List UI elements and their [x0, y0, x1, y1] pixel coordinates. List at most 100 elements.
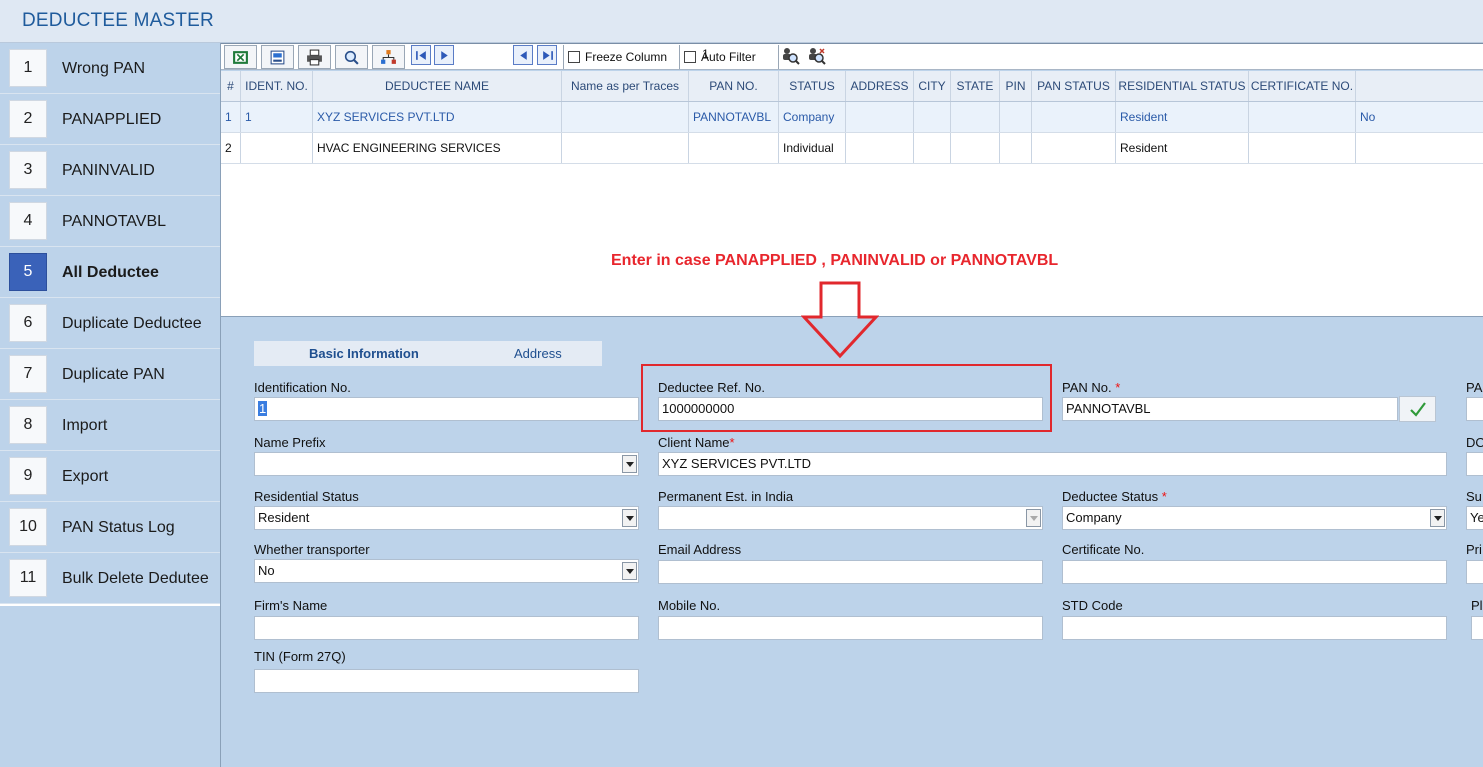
- first-page-icon[interactable]: [411, 45, 431, 65]
- excel-icon[interactable]: [224, 45, 257, 69]
- certificate-no-field[interactable]: [1062, 560, 1447, 584]
- std-code-field[interactable]: [1062, 616, 1447, 640]
- table-cell: 1: [221, 102, 241, 132]
- table-row[interactable]: 2 HVAC ENGINEERING SERVICES Individual R…: [221, 133, 1483, 164]
- column-header[interactable]: Name as per Traces: [562, 71, 689, 101]
- export-icon[interactable]: [261, 45, 294, 69]
- identification-no-field[interactable]: 1: [254, 397, 639, 421]
- search-user-icon[interactable]: [781, 46, 801, 66]
- check-icon[interactable]: [1399, 396, 1436, 422]
- email-label: Email Address: [658, 542, 742, 557]
- sidebar-item-pan-status-log[interactable]: 10 PAN Status Log: [0, 502, 220, 553]
- freeze-column-checkbox[interactable]: [568, 51, 580, 63]
- chevron-down-icon[interactable]: [1026, 509, 1041, 527]
- find-icon[interactable]: [335, 45, 368, 69]
- sidebar-item-label: PAN Status Log: [62, 519, 175, 536]
- sidebar-item-export[interactable]: 9 Export: [0, 451, 220, 502]
- column-header[interactable]: [1356, 71, 1483, 101]
- su-field[interactable]: Ye: [1466, 506, 1483, 530]
- tab-basic-information[interactable]: Basic Information: [309, 341, 419, 366]
- chevron-down-icon[interactable]: [622, 509, 637, 527]
- ph-field[interactable]: [1471, 616, 1483, 640]
- pa-field[interactable]: [1466, 397, 1483, 421]
- whether-transporter-select[interactable]: No: [254, 559, 639, 583]
- name-prefix-label: Name Prefix: [254, 435, 326, 450]
- sidebar-item-wrong-pan[interactable]: 1 Wrong PAN: [0, 43, 220, 94]
- next-page-icon[interactable]: [434, 45, 454, 65]
- arrow-down-icon: [801, 281, 879, 359]
- table-cell: [1249, 102, 1356, 132]
- column-header[interactable]: IDENT. NO.: [241, 71, 313, 101]
- column-header[interactable]: DEDUCTEE NAME: [313, 71, 562, 101]
- firms-name-label: Firm's Name: [254, 598, 328, 613]
- sidebar-item-label: All Deductee: [62, 264, 159, 281]
- table-cell: [846, 102, 914, 132]
- firms-name-field[interactable]: [254, 616, 639, 640]
- sidebar-item-paninvalid[interactable]: 3 PANINVALID: [0, 145, 220, 196]
- column-header[interactable]: CERTIFICATE NO.: [1249, 71, 1356, 101]
- do-label: DO: [1466, 435, 1483, 450]
- sidebar-item-panapplied[interactable]: 2 PANAPPLIED: [0, 94, 220, 145]
- prev-icon[interactable]: [513, 45, 533, 65]
- column-header[interactable]: PAN NO.: [689, 71, 779, 101]
- sidebar-item-label: PANNOTAVBL: [62, 213, 167, 230]
- deductee-status-select[interactable]: Company: [1062, 506, 1447, 530]
- deductee-status-value: Company: [1066, 510, 1122, 525]
- tree-icon[interactable]: [372, 45, 405, 69]
- pri-label: Pri: [1466, 542, 1482, 557]
- auto-filter-toggle[interactable]: Auto Filter: [679, 45, 779, 69]
- chevron-down-icon[interactable]: [1430, 509, 1445, 527]
- required-mark: *: [1161, 489, 1167, 504]
- permanent-est-select[interactable]: [658, 506, 1043, 530]
- sidebar-item-all-deductee[interactable]: 5 All Deductee: [0, 247, 220, 298]
- sidebar-item-duplicate-deductee[interactable]: 6 Duplicate Deductee: [0, 298, 220, 349]
- sidebar-item-number: 10: [9, 508, 47, 546]
- title-bar: DEDUCTEE MASTER: [0, 0, 1483, 43]
- column-header[interactable]: PAN STATUS: [1032, 71, 1116, 101]
- residential-status-value: Resident: [258, 510, 310, 525]
- sidebar-item-label: PANINVALID: [62, 162, 155, 179]
- pan-no-field[interactable]: PANNOTAVBL: [1062, 397, 1398, 421]
- column-header[interactable]: STATE: [951, 71, 1000, 101]
- mobile-no-field[interactable]: [658, 616, 1043, 640]
- table-cell: [1032, 133, 1116, 163]
- certificate-no-label: Certificate No.: [1062, 542, 1145, 557]
- column-header[interactable]: ADDRESS: [846, 71, 914, 101]
- print-icon[interactable]: [298, 45, 331, 69]
- chevron-down-icon[interactable]: [622, 455, 637, 473]
- column-header[interactable]: PIN: [1000, 71, 1032, 101]
- auto-filter-checkbox[interactable]: [684, 51, 696, 63]
- sidebar-item-bulk-delete[interactable]: 11 Bulk Delete Dedutee: [0, 553, 220, 604]
- column-header[interactable]: RESIDENTIAL STATUS: [1116, 71, 1249, 101]
- client-name-field[interactable]: XYZ SERVICES PVT.LTD: [658, 452, 1447, 476]
- sidebar-item-number: 9: [9, 457, 47, 495]
- sidebar-item-number: 11: [9, 559, 47, 597]
- search-clear-icon[interactable]: [807, 46, 827, 66]
- name-prefix-select[interactable]: [254, 452, 639, 476]
- auto-filter-label: Auto Filter: [701, 50, 756, 64]
- sidebar-item-label: Duplicate PAN: [62, 366, 165, 383]
- column-header[interactable]: #: [221, 71, 241, 101]
- sidebar-item-number: 4: [9, 202, 47, 240]
- sidebar-item-label: Bulk Delete Dedutee: [62, 570, 209, 587]
- sidebar-item-duplicate-pan[interactable]: 7 Duplicate PAN: [0, 349, 220, 400]
- chevron-down-icon[interactable]: [622, 562, 637, 580]
- table-row[interactable]: 1 1 XYZ SERVICES PVT.LTD PANNOTAVBL Comp…: [221, 102, 1483, 133]
- last-page-icon[interactable]: [537, 45, 557, 65]
- residential-status-select[interactable]: Resident: [254, 506, 639, 530]
- pan-no-label: PAN No. *: [1062, 380, 1120, 395]
- pa-label: PA: [1466, 380, 1483, 395]
- table-cell: Resident: [1116, 102, 1249, 132]
- sidebar-item-pannotavbl[interactable]: 4 PANNOTAVBL: [0, 196, 220, 247]
- sidebar-item-import[interactable]: 8 Import: [0, 400, 220, 451]
- pri-field[interactable]: [1466, 560, 1483, 584]
- column-header[interactable]: CITY: [914, 71, 951, 101]
- freeze-column-toggle[interactable]: Freeze Column: [563, 45, 667, 69]
- table-cell: HVAC ENGINEERING SERVICES: [313, 133, 562, 163]
- column-header[interactable]: STATUS: [779, 71, 846, 101]
- email-field[interactable]: [658, 560, 1043, 584]
- do-field[interactable]: [1466, 452, 1483, 476]
- tin-field[interactable]: [254, 669, 639, 693]
- window-title: DEDUCTEE MASTER: [22, 10, 214, 31]
- tab-address[interactable]: Address: [514, 341, 562, 366]
